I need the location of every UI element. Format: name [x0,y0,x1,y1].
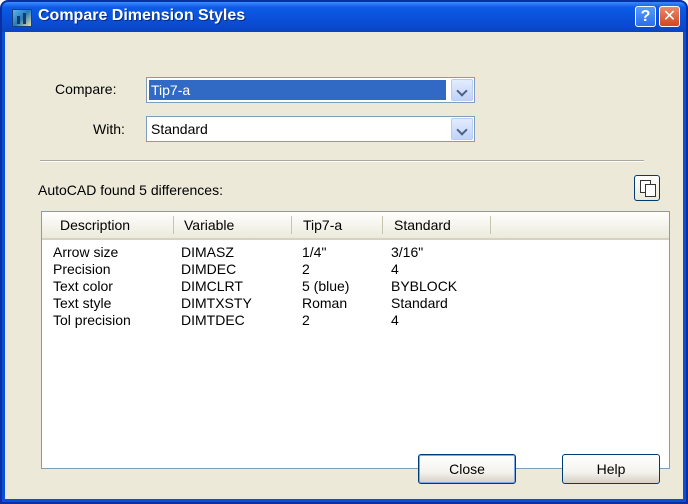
table-row[interactable]: Tol precision DIMTDEC 2 4 [42,312,669,329]
cell-description: Precision [53,261,111,277]
dimension-style-icon [12,9,32,27]
close-button[interactable]: Close [418,454,516,484]
compare-selected-value: Tip7-a [149,80,446,100]
cell-description: Text style [53,295,112,311]
cell-tip7-a: 5 (blue) [302,278,350,294]
chevron-down-icon[interactable] [451,79,473,101]
column-header-standard[interactable]: Standard [390,212,490,238]
separator [40,160,644,162]
dialog-title: Compare Dimension Styles [38,7,246,24]
table-row[interactable]: Precision DIMDEC 2 4 [42,261,669,278]
cell-standard: 3/16" [391,244,424,260]
compare-dropdown[interactable]: Tip7-a [146,77,475,103]
chevron-down-icon[interactable] [451,118,473,140]
cell-variable: DIMCLRT [181,278,243,294]
cell-variable: DIMDEC [181,261,237,277]
cell-standard: Standard [391,295,448,311]
differences-list[interactable]: Description Variable Tip7-a Standard Arr… [41,211,670,469]
cell-description: Tol precision [53,312,131,328]
cell-description: Arrow size [53,244,119,260]
table-row[interactable]: Arrow size DIMASZ 1/4" 3/16" [42,244,669,261]
with-selected-value: Standard [151,121,208,137]
copy-to-clipboard-button[interactable] [634,175,660,201]
cell-tip7-a: 2 [302,261,310,277]
cell-variable: DIMTXSTY [181,295,252,311]
compare-label: Compare: [55,81,117,97]
table-row[interactable]: Text style DIMTXSTY Roman Standard [42,295,669,312]
cell-description: Text color [53,278,113,294]
dialog-body: Compare: Tip7-a With: Standard AutoCAD f… [5,32,683,499]
column-header-description[interactable]: Description [56,212,176,238]
cell-standard: BYBLOCK [391,278,458,294]
title-bar[interactable]: Compare Dimension Styles ? ✕ [2,2,686,32]
table-row[interactable]: Text color DIMCLRT 5 (blue) BYBLOCK [42,278,669,295]
cell-variable: DIMTDEC [181,312,245,328]
title-help-button[interactable]: ? [635,6,656,27]
with-dropdown[interactable]: Standard [146,116,475,142]
column-header-variable[interactable]: Variable [180,212,290,238]
cell-tip7-a: Roman [302,295,348,311]
compare-dimension-styles-dialog: Compare Dimension Styles ? ✕ Compare: Ti… [0,0,688,504]
with-label: With: [93,121,125,137]
help-button[interactable]: Help [562,454,660,484]
differences-summary: AutoCAD found 5 differences: [38,182,223,198]
column-header-tip7-a[interactable]: Tip7-a [299,212,389,238]
title-close-button[interactable]: ✕ [659,6,680,27]
cell-tip7-a: 2 [302,312,310,328]
list-header: Description Variable Tip7-a Standard [42,212,669,240]
cell-variable: DIMASZ [181,244,234,260]
cell-tip7-a: 1/4" [302,244,327,260]
cell-standard: 4 [391,261,399,277]
cell-standard: 4 [391,312,399,328]
